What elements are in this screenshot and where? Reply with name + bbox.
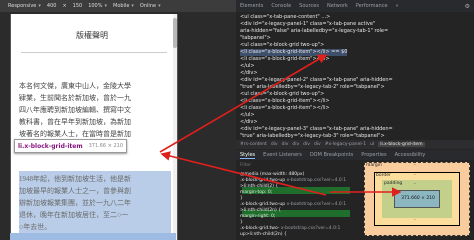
breadcrumb-item[interactable]: div: [314, 142, 321, 147]
border-label: border: [376, 173, 391, 178]
margin-label: margin: [366, 163, 382, 168]
paragraph-2: 1948年起，他到新加坡生活，他是新 加坡最早的報業人士之一，曾參與創 辦新加坡…: [19, 175, 131, 231]
selected-dom-node[interactable]: <li class="x-block-grid-item"></li> == $…: [240, 49, 348, 56]
page-viewport[interactable]: 版權聲明 本名何文傑，廣東中山人，金陵大學 肄業，生前聞名於新加坡，曾於一九 四…: [10, 14, 178, 240]
paragraph-1: 本名何文傑，廣東中山人，金陵大學 肄業，生前聞名於新加坡，曾於一九 四八年應聘到…: [19, 82, 131, 150]
styles-subtab[interactable]: Properties: [361, 152, 386, 158]
breadcrumb-item[interactable]: div: [282, 142, 289, 147]
dom-node-line[interactable]: <ul class="x-tab-pane-content" ...>: [240, 14, 330, 21]
border-value: -: [414, 173, 416, 178]
mode-select[interactable]: Mobile ▾: [113, 3, 134, 9]
device-toolbar: Responsive ▾ 400 × 150 100% ▾ Mobile ▾ Onli…: [0, 0, 236, 12]
tooltip-dimensions: 371.66 × 210: [88, 143, 124, 149]
styles-subtab[interactable]: DOM Breakpoints: [310, 152, 353, 158]
styles-tabbar: Styles Event Listeners DOM Breakpoints Prop…: [236, 150, 474, 160]
breadcrumb-item[interactable]: div: [292, 142, 299, 147]
devtools-tab[interactable]: Performance: [356, 3, 388, 9]
styles-filter-input[interactable]: Filter: [240, 163, 360, 170]
inspect-tooltip: li.x-block-grid-item 371.66 × 210: [14, 139, 128, 153]
devtools-panel: Elements Console Sources Network Perform…: [236, 0, 474, 240]
breadcrumb-item[interactable]: #rs-content: [240, 142, 267, 147]
styles-subtab[interactable]: Accessibility: [395, 152, 426, 158]
breadcrumb-item[interactable]: li.x-block-grid-item: [378, 142, 425, 147]
dom-node-line[interactable]: <div id="x-legacy-panel-2" class="x-tab-…: [240, 77, 393, 84]
dom-tree[interactable]: <ul class="x-tab-pane-content" ...> <div…: [236, 12, 474, 140]
page-scrollbar[interactable]: [173, 14, 177, 240]
dom-node-line[interactable]: </div>: [240, 119, 258, 126]
breadcrumb-item[interactable]: #x-legacy-panel-1: [325, 142, 366, 147]
dom-node-line[interactable]: "true" aria-labelledby="x-legacy-tab-2" …: [240, 84, 385, 91]
devtools-tab[interactable]: Network: [327, 3, 348, 9]
dom-breadcrumb: #rs-content div div div div div #x-legacy-pane…: [236, 140, 474, 149]
bottom-value: -: [414, 218, 416, 223]
dom-node-line[interactable]: <li class="x-block-grid-item"></li>: [240, 56, 330, 63]
dom-node-line[interactable]: <div id="x-legacy-panel-3" class="x-tab-…: [240, 126, 393, 133]
highlighted-grid-item: 1948年起，他到新加坡生活，他是新 加坡最早的報業人士之一，曾參與創 辦新加坡…: [19, 171, 171, 240]
styles-subtab[interactable]: Styles: [240, 152, 256, 159]
dom-node-line[interactable]: <li class="x-block-grid-item"></li>: [240, 98, 330, 105]
title-divider: [21, 52, 167, 53]
breadcrumb-item[interactable]: div: [271, 142, 278, 147]
dom-node-line[interactable]: <ul class="x-block-grid two-up">: [240, 42, 324, 49]
margin-value: -: [414, 163, 416, 168]
css-source-link[interactable]: x-bootstrap.css?ver=4.0:1: [285, 202, 347, 207]
css-rule-line[interactable]: margin-top: 0;: [240, 190, 272, 196]
times-sign: ×: [62, 3, 67, 9]
css-rule-line[interactable]: up>li:nth-child(2n) {: [240, 232, 287, 238]
dom-node-line[interactable]: <div id="x-legacy-panel-1" class="x-tab-…: [240, 21, 375, 28]
dom-node-line[interactable]: </div>: [240, 70, 258, 77]
highlight-overflow: [10, 233, 176, 240]
dom-node-line[interactable]: <li class="x-block-grid-item"></li>: [240, 105, 330, 112]
dom-node-line[interactable]: "tabpanel">: [240, 35, 271, 42]
devtools-tab[interactable]: Sources: [299, 3, 319, 9]
height-input[interactable]: 150: [73, 3, 83, 9]
box-model-content: 371.660 × 210: [394, 190, 440, 208]
breadcrumb-item[interactable]: ul: [370, 142, 374, 147]
content-size: 371.660 × 210: [401, 196, 435, 201]
more-tabs-button[interactable]: »: [396, 3, 399, 9]
dom-node-line[interactable]: "true" aria-labelledby="x-legacy-tab-3" …: [240, 133, 385, 140]
dom-node-line[interactable]: aria-hidden="false" aria-labelledby="x-l…: [240, 28, 388, 35]
dom-node-line[interactable]: </ul>: [240, 112, 255, 119]
device-emulator-area: Responsive ▾ 400 × 150 100% ▾ Mobile ▾ Onli…: [0, 0, 236, 240]
devtools-tab[interactable]: Console: [271, 3, 291, 9]
width-input[interactable]: 400: [47, 3, 57, 9]
box-model-diagram: margin - border - padding - 371.660 × 21…: [364, 162, 470, 236]
css-source-link[interactable]: x-bootstrap.css?ver=4.0:1: [279, 226, 341, 231]
dom-node-line[interactable]: </ul>: [240, 63, 255, 70]
device-select[interactable]: Responsive ▾: [8, 3, 41, 9]
breadcrumb-item[interactable]: div: [303, 142, 310, 147]
padding-value: -: [414, 182, 416, 187]
css-source-link[interactable]: x-bootstrap.css?ver=4.0:1: [285, 178, 347, 183]
padding-label: padding: [384, 181, 403, 186]
gear-icon[interactable]: ⚙: [465, 3, 474, 10]
network-select[interactable]: Online ▾: [140, 3, 161, 9]
devtools-tabbar: Elements Console Sources Network Perform…: [236, 0, 474, 12]
css-rule-line[interactable]: margin-right: 0;: [240, 214, 275, 220]
tooltip-selector: li.x-block-grid-item: [18, 142, 83, 150]
scroll-thumb[interactable]: [173, 18, 177, 48]
styles-subtab[interactable]: Event Listeners: [263, 152, 302, 158]
zoom-select[interactable]: 100% ▾: [88, 3, 107, 9]
devtools-tab[interactable]: Elements: [240, 3, 263, 9]
page-title: 版權聲明: [76, 31, 108, 40]
dom-node-line[interactable]: <ul class="x-block-grid two-up">: [240, 91, 324, 98]
